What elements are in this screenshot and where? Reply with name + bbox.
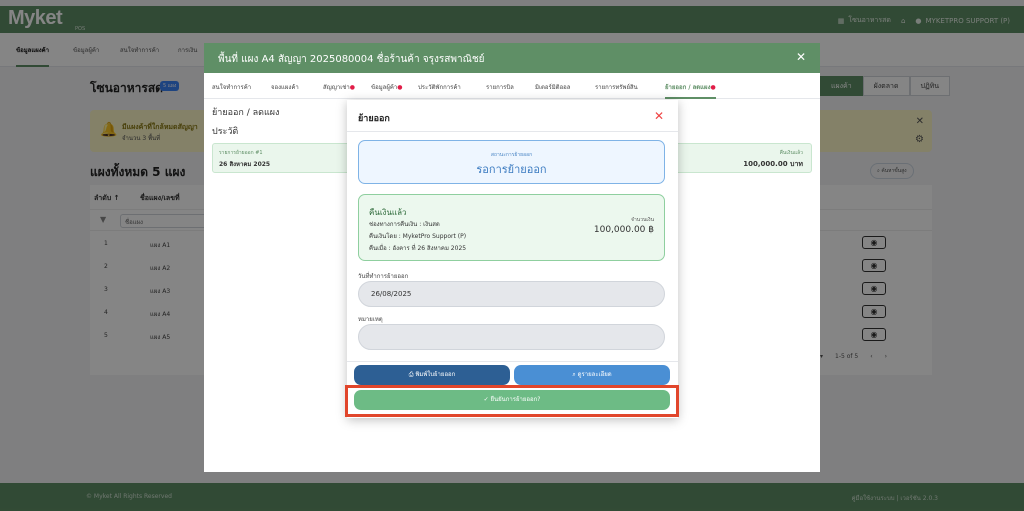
refund-box: คืนเงินแล้ว ช่องทางการคืนเงิน : เงินสด ค… <box>358 194 665 261</box>
note-field[interactable] <box>358 324 665 350</box>
refund-method: ช่องทางการคืนเงิน : เงินสด <box>369 221 440 228</box>
highlight-frame <box>345 385 679 417</box>
refund-by: คืนเงินโดย : MyketPro Support (P) <box>369 233 467 240</box>
status-label: สถานะการย้ายออก <box>490 152 533 158</box>
amount-value: 100,000.00 ฿ <box>593 225 654 235</box>
alert-dot-icon: ● <box>710 84 716 91</box>
tab-suspension[interactable]: ประวัติพักการค้า <box>418 82 461 92</box>
alert-dot-icon: ● <box>349 84 355 91</box>
modal-tabs: สนใจทำการค้า จองแผงค้า สัญญาเช่า● ข้อมูล… <box>204 73 820 99</box>
refund-title: คืนเงินแล้ว <box>369 208 407 217</box>
close-icon[interactable]: ✕ <box>796 50 806 64</box>
status-value: รอการย้ายออก <box>476 163 547 176</box>
modal-header: พื้นที่ แผง A4 สัญญา 2025080004 ชื่อร้าน… <box>204 43 820 73</box>
tab-booking[interactable]: จองแผงค้า <box>271 82 299 92</box>
search-icon: ⌕ <box>572 371 576 378</box>
modal-title: ย้ายออก <box>358 114 390 124</box>
modal-title: พื้นที่ แผง A4 สัญญา 2025080004 ชื่อร้าน… <box>218 54 485 65</box>
move-out-date-field[interactable]: 26/08/2025 <box>358 281 665 307</box>
refund-amount: 100,000.00 บาท <box>743 160 803 168</box>
close-icon[interactable]: ✕ <box>654 109 664 123</box>
move-out-modal: ย้ายออก ✕ สถานะการย้ายออก รอการย้ายออก ค… <box>347 100 678 418</box>
view-detail-button[interactable]: ⌕ ดูรายละเอียด <box>514 365 670 385</box>
tab-bills[interactable]: รายการบิล <box>486 82 514 92</box>
date-label: วันที่ทำการย้ายออก <box>358 273 409 280</box>
history-title: ประวัติ <box>212 127 239 137</box>
note-label: หมายเหตุ <box>358 316 383 323</box>
divider <box>347 131 678 132</box>
refund-status: คืนเงินแล้ว <box>779 150 803 156</box>
record-date: 26 สิงหาคม 2025 <box>219 161 271 168</box>
tab-move-out[interactable]: ย้ายออก / ลดแผง● <box>665 82 716 99</box>
status-box: สถานะการย้ายออก รอการย้ายออก <box>358 140 665 184</box>
alert-dot-icon: ● <box>397 84 403 91</box>
record-label: รายการย้ายออก #1 <box>219 150 263 156</box>
refund-date: คืนเมื่อ : อังคาร ที่ 26 สิงหาคม 2025 <box>369 245 467 252</box>
print-move-out-button[interactable]: ⎙ พิมพ์ใบย้ายออก <box>354 365 510 385</box>
section-title: ย้ายออก / ลดแผง <box>212 108 280 118</box>
tab-assets[interactable]: รายการทรัพย์สิน <box>595 82 638 92</box>
tab-interest[interactable]: สนใจทำการค้า <box>212 82 251 92</box>
printer-icon: ⎙ <box>408 371 414 378</box>
tab-lease[interactable]: สัญญาเช่า● <box>323 82 355 92</box>
divider <box>347 361 678 362</box>
tab-merchant[interactable]: ข้อมูลผู้ค้า● <box>371 82 403 92</box>
tab-meters[interactable]: มิเตอร์มิติออล <box>535 82 570 92</box>
amount-label: จำนวนเงิน <box>631 217 654 223</box>
